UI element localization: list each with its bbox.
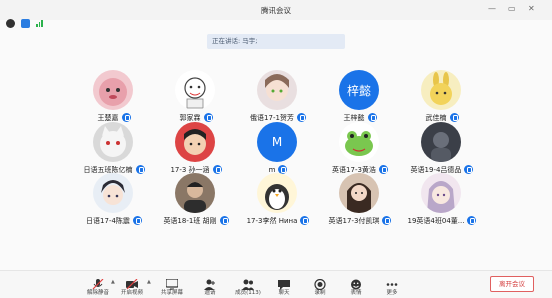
members-button[interactable]: 成员(113) xyxy=(228,275,268,296)
participant-tile[interactable]: 英语17-3黄浩 xyxy=(316,122,404,174)
speaking-indicator: 正在讲话: 马宇; xyxy=(207,34,345,49)
participant-tile[interactable]: M m xyxy=(234,122,322,174)
participant-tile[interactable]: 俄语17-1贺芳 xyxy=(234,70,322,122)
members-icon xyxy=(242,275,254,290)
text-avatar: 梓懿 xyxy=(339,70,379,110)
camera-off-icon xyxy=(126,275,138,290)
mic-icon xyxy=(300,216,310,225)
participant-name: 19英语4班04董... xyxy=(407,216,465,225)
share-screen-button[interactable]: 共享屏幕 xyxy=(154,275,190,296)
participant-name: 17-3李然 Нина xyxy=(246,216,298,225)
participant-name: 王梓懿 xyxy=(343,113,365,122)
invite-button[interactable]: 邀请 xyxy=(192,275,228,296)
chat-icon xyxy=(278,275,290,290)
invite-icon xyxy=(204,275,216,290)
record-icon xyxy=(314,275,326,291)
video-options-caret[interactable]: ▲ xyxy=(147,279,151,285)
participant-tile[interactable]: 日语17-4陈震 xyxy=(70,173,158,225)
participant-name: 王楚嘉 xyxy=(97,113,119,122)
dark-photo-avatar xyxy=(421,122,461,162)
cartoon-sketch-avatar xyxy=(175,70,215,110)
participant-tile[interactable]: 武佳楠 xyxy=(398,70,486,122)
participant-tile[interactable]: 日语五班陈亿楠 xyxy=(70,122,158,174)
person-photo-avatar xyxy=(175,173,215,213)
participant-name: 俄语17-1贺芳 xyxy=(250,113,294,122)
mic-icon xyxy=(203,113,213,122)
title-bar: 腾讯会议 — ▭ ✕ xyxy=(0,0,552,20)
participant-name: 武佳楠 xyxy=(425,113,447,122)
shield-icon[interactable] xyxy=(21,19,30,28)
penguin-avatar xyxy=(257,173,297,213)
maximize-button[interactable]: ▭ xyxy=(508,4,516,14)
minimize-button[interactable]: — xyxy=(488,4,496,14)
record-button[interactable]: 录制 xyxy=(302,275,338,296)
more-icon xyxy=(386,275,398,286)
participant-tile[interactable]: 19英语4班04董... xyxy=(398,173,486,225)
mic-icon xyxy=(219,216,229,225)
participant-name: 英语17-3付凯琪 xyxy=(328,216,380,225)
mic-icon xyxy=(449,113,459,122)
reactions-button[interactable]: 表情 xyxy=(338,275,374,296)
participant-tile[interactable]: 17-3 孙一涵 xyxy=(152,122,240,174)
more-button[interactable]: 更多 xyxy=(374,275,410,296)
signal-icon[interactable] xyxy=(36,20,43,27)
participant-tile[interactable]: 17-3李然 Нина xyxy=(234,173,322,225)
pink-plush-avatar xyxy=(93,70,133,110)
participant-tile[interactable]: 郭家霖 xyxy=(152,70,240,122)
mic-icon xyxy=(121,113,131,122)
status-icons xyxy=(6,19,43,28)
anime-girl2-avatar xyxy=(421,173,461,213)
participant-tile[interactable]: 英语17-3付凯琪 xyxy=(316,173,404,225)
green-frog-avatar xyxy=(339,122,379,162)
yellow-bunny-avatar xyxy=(421,70,461,110)
cartoon-kid-avatar xyxy=(175,122,215,162)
video-button[interactable]: 开启视频 xyxy=(114,275,150,296)
text-avatar: M xyxy=(257,122,297,162)
meeting-toolbar: 解除静音 ▲ 开启视频 ▲ 共享屏幕 邀请 成员(113) 聊天 录制 表情 更… xyxy=(0,270,552,298)
participant-name: 英语18-1班 胡刚 xyxy=(163,216,217,225)
white-cat-avatar xyxy=(93,122,133,162)
mic-icon xyxy=(367,113,377,122)
info-icon[interactable] xyxy=(6,19,15,28)
leave-meeting-button[interactable]: 离开会议 xyxy=(490,276,534,292)
anime-girl-avatar xyxy=(257,70,297,110)
participant-tile[interactable]: 梓懿 王梓懿 xyxy=(316,70,404,122)
mic-icon xyxy=(382,216,392,225)
participant-tile[interactable]: 英语18-1班 胡刚 xyxy=(152,173,240,225)
emoji-icon xyxy=(350,275,362,290)
participant-name: 郭家霖 xyxy=(179,113,201,122)
mic-icon xyxy=(132,216,142,225)
window-title: 腾讯会议 xyxy=(261,6,291,15)
mic-muted-icon xyxy=(92,275,104,290)
participant-name: 日语17-4陈震 xyxy=(86,216,130,225)
mic-icon xyxy=(467,216,477,225)
mic-icon xyxy=(296,113,306,122)
anime-boy-avatar xyxy=(93,173,133,213)
participant-tile[interactable]: 英语19-4吕德品 xyxy=(398,122,486,174)
participant-tile[interactable]: 王楚嘉 xyxy=(70,70,158,122)
girl-photo-avatar xyxy=(339,173,379,213)
share-screen-icon xyxy=(165,275,179,290)
chat-button[interactable]: 聊天 xyxy=(266,275,302,296)
close-button[interactable]: ✕ xyxy=(528,4,535,14)
